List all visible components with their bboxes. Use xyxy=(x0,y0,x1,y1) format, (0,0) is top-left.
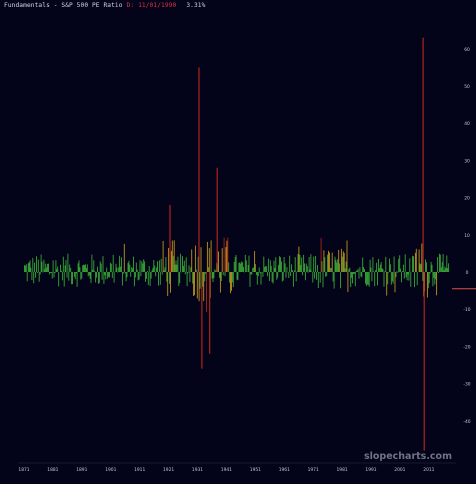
x-tick-label: 1991 xyxy=(365,467,376,473)
x-tick-label: 1961 xyxy=(279,467,290,473)
y-tick-label: 10 xyxy=(464,233,470,239)
y-tick-label: -20 xyxy=(463,344,470,350)
x-tick-label: 2011 xyxy=(423,467,434,473)
x-tick-label: 1931 xyxy=(192,467,203,473)
y-tick-label: 60 xyxy=(464,47,470,53)
x-tick-label: 1921 xyxy=(163,467,174,473)
chart-title: Fundamentals - S&P 500 PE Ratio xyxy=(4,2,123,9)
y-tick-label: 50 xyxy=(464,84,470,90)
y-tick-label: 30 xyxy=(464,158,470,164)
x-tick-label: 1981 xyxy=(337,467,348,473)
x-tick-label: 1941 xyxy=(221,467,232,473)
x-tick-label: 2001 xyxy=(394,467,405,473)
chart-header: Fundamentals - S&P 500 PE Ratio D: 11/01/… xyxy=(4,1,205,11)
x-tick-label: 1971 xyxy=(308,467,319,473)
date-label: D: 11/01/1990 xyxy=(126,2,177,9)
last-value-label: 3.31% xyxy=(186,2,206,9)
x-tick-label: 1901 xyxy=(105,467,116,473)
x-tick-label: 1881 xyxy=(47,467,58,473)
y-tick-label: -40 xyxy=(463,419,470,425)
x-tick-label: 1951 xyxy=(250,467,261,473)
y-tick-label: 20 xyxy=(464,196,470,202)
y-tick-label: -30 xyxy=(463,382,470,388)
chart: 60 50 40 30 20 10 0 -10 -20 -30 -40 1871 1881 1891 190… xyxy=(0,0,476,480)
x-tick-label: 1871 xyxy=(18,467,29,473)
y-tick-label: 40 xyxy=(464,121,470,127)
x-tick-label: 1891 xyxy=(76,467,87,473)
y-tick-label: 0 xyxy=(466,270,469,276)
x-tick-label: 1911 xyxy=(134,467,145,473)
bars-group xyxy=(24,37,450,451)
watermark: slopecharts.com xyxy=(363,451,452,462)
chart-svg: 60 50 40 30 20 10 0 -10 -20 -30 -40 1871 1881 1891 190… xyxy=(18,37,476,473)
y-tick-label: -10 xyxy=(463,307,470,313)
